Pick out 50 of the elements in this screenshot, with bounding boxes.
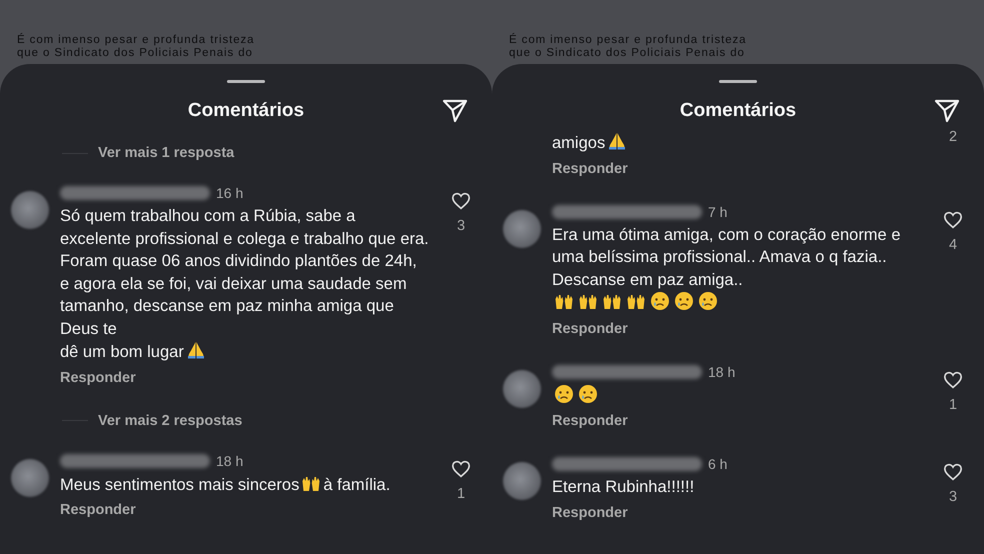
like-count: 1 (948, 396, 958, 412)
comment-time: 6 h (708, 456, 728, 472)
crying-face-icon (674, 291, 694, 311)
reply-link[interactable]: Responder (60, 502, 136, 518)
comment-text: amigos (552, 134, 606, 152)
avatar[interactable] (11, 191, 49, 229)
comment-time: 18 h (708, 364, 736, 380)
drag-handle[interactable] (227, 80, 265, 83)
heart-icon[interactable] (451, 192, 471, 210)
like-count: 2 (948, 129, 958, 145)
comment-text: à família. (323, 476, 390, 494)
post-caption: É com imenso pesar e profunda tristeza (17, 34, 256, 47)
crying-face-icon (578, 384, 598, 404)
reply-link[interactable]: Responder (552, 504, 628, 520)
sheet-title: Comentários (188, 100, 304, 122)
crying-face-icon (554, 384, 574, 404)
like-count: 3 (456, 218, 466, 234)
comment-text: Eterna Rubinha!!!!!! (552, 478, 694, 496)
reply-link[interactable]: Responder (60, 370, 136, 386)
view-more-replies-link[interactable]: Ver mais 2 respostas (98, 412, 242, 428)
crying-face-icon (698, 291, 718, 311)
post-caption: que o Sindicato dos Policiais Penais do (509, 47, 746, 60)
comment-time: 16 h (216, 185, 244, 201)
heart-icon[interactable] (943, 463, 963, 481)
drag-handle[interactable] (719, 80, 757, 83)
reply-link[interactable]: Responder (552, 160, 628, 176)
heart-icon[interactable] (451, 460, 471, 478)
comment-text: Era uma ótima amiga, com o coração enorme e uma belíssima profissional.. Amava o q fazia.. Descanse em paz amiga.. (552, 224, 902, 290)
like-count: 4 (948, 236, 958, 252)
view-more-replies-link[interactable]: Ver mais 1 resposta (98, 145, 234, 161)
avatar[interactable] (503, 210, 541, 248)
comment-text: Meus sentimentos mais sinceros (60, 476, 300, 494)
send-icon[interactable] (442, 98, 468, 124)
crying-face-icon (650, 291, 670, 311)
avatar[interactable] (503, 462, 541, 500)
comment-time: 18 h (216, 452, 244, 468)
sheet-title: Comentários (680, 100, 796, 122)
comment-text: dê um bom lugar (60, 343, 184, 361)
send-icon[interactable] (934, 98, 960, 124)
avatar[interactable] (503, 370, 541, 408)
heart-icon[interactable] (943, 370, 963, 388)
like-count: 3 (948, 489, 958, 505)
post-caption: É com imenso pesar e profunda tristeza (509, 34, 748, 47)
reply-link[interactable]: Responder (552, 320, 628, 336)
like-count: 1 (456, 486, 466, 502)
post-caption: que o Sindicato dos Policiais Penais do (17, 47, 254, 60)
comment-time: 7 h (708, 204, 728, 220)
heart-icon[interactable] (943, 210, 963, 228)
reply-link[interactable]: Responder (552, 413, 628, 429)
avatar[interactable] (11, 458, 49, 496)
